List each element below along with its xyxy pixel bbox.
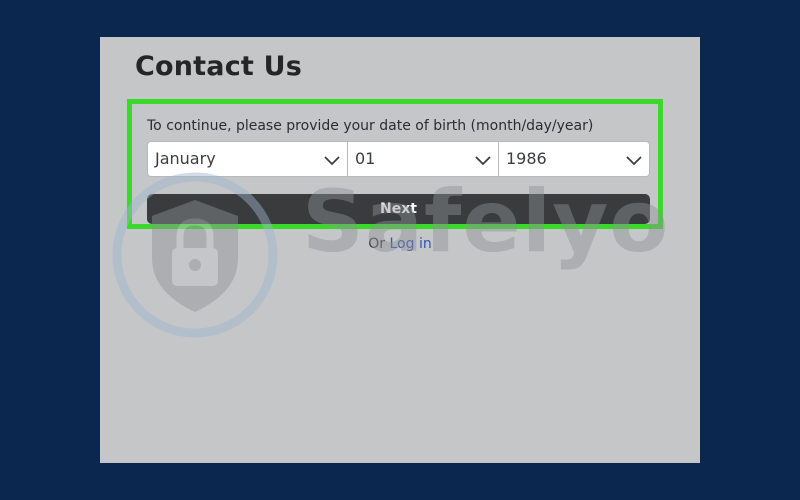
login-line: Or Log in — [100, 236, 700, 252]
chevron-down-icon — [324, 156, 340, 166]
login-link[interactable]: Log in — [390, 236, 432, 252]
month-value: January — [155, 149, 216, 168]
birthdate-selects: January 01 1986 — [147, 141, 650, 177]
chevron-down-icon — [475, 156, 491, 166]
month-select[interactable]: January — [147, 141, 348, 177]
year-select[interactable]: 1986 — [499, 141, 650, 177]
page-title: Contact Us — [135, 51, 303, 82]
day-value: 01 — [355, 149, 376, 168]
chevron-down-icon — [626, 156, 642, 166]
year-value: 1986 — [506, 149, 547, 168]
next-button[interactable]: Next — [147, 194, 650, 224]
contact-panel: Contact Us To continue, please provide y… — [100, 37, 700, 463]
or-text: Or — [368, 236, 386, 252]
birthdate-prompt: To continue, please provide your date of… — [147, 118, 594, 134]
day-select[interactable]: 01 — [348, 141, 499, 177]
